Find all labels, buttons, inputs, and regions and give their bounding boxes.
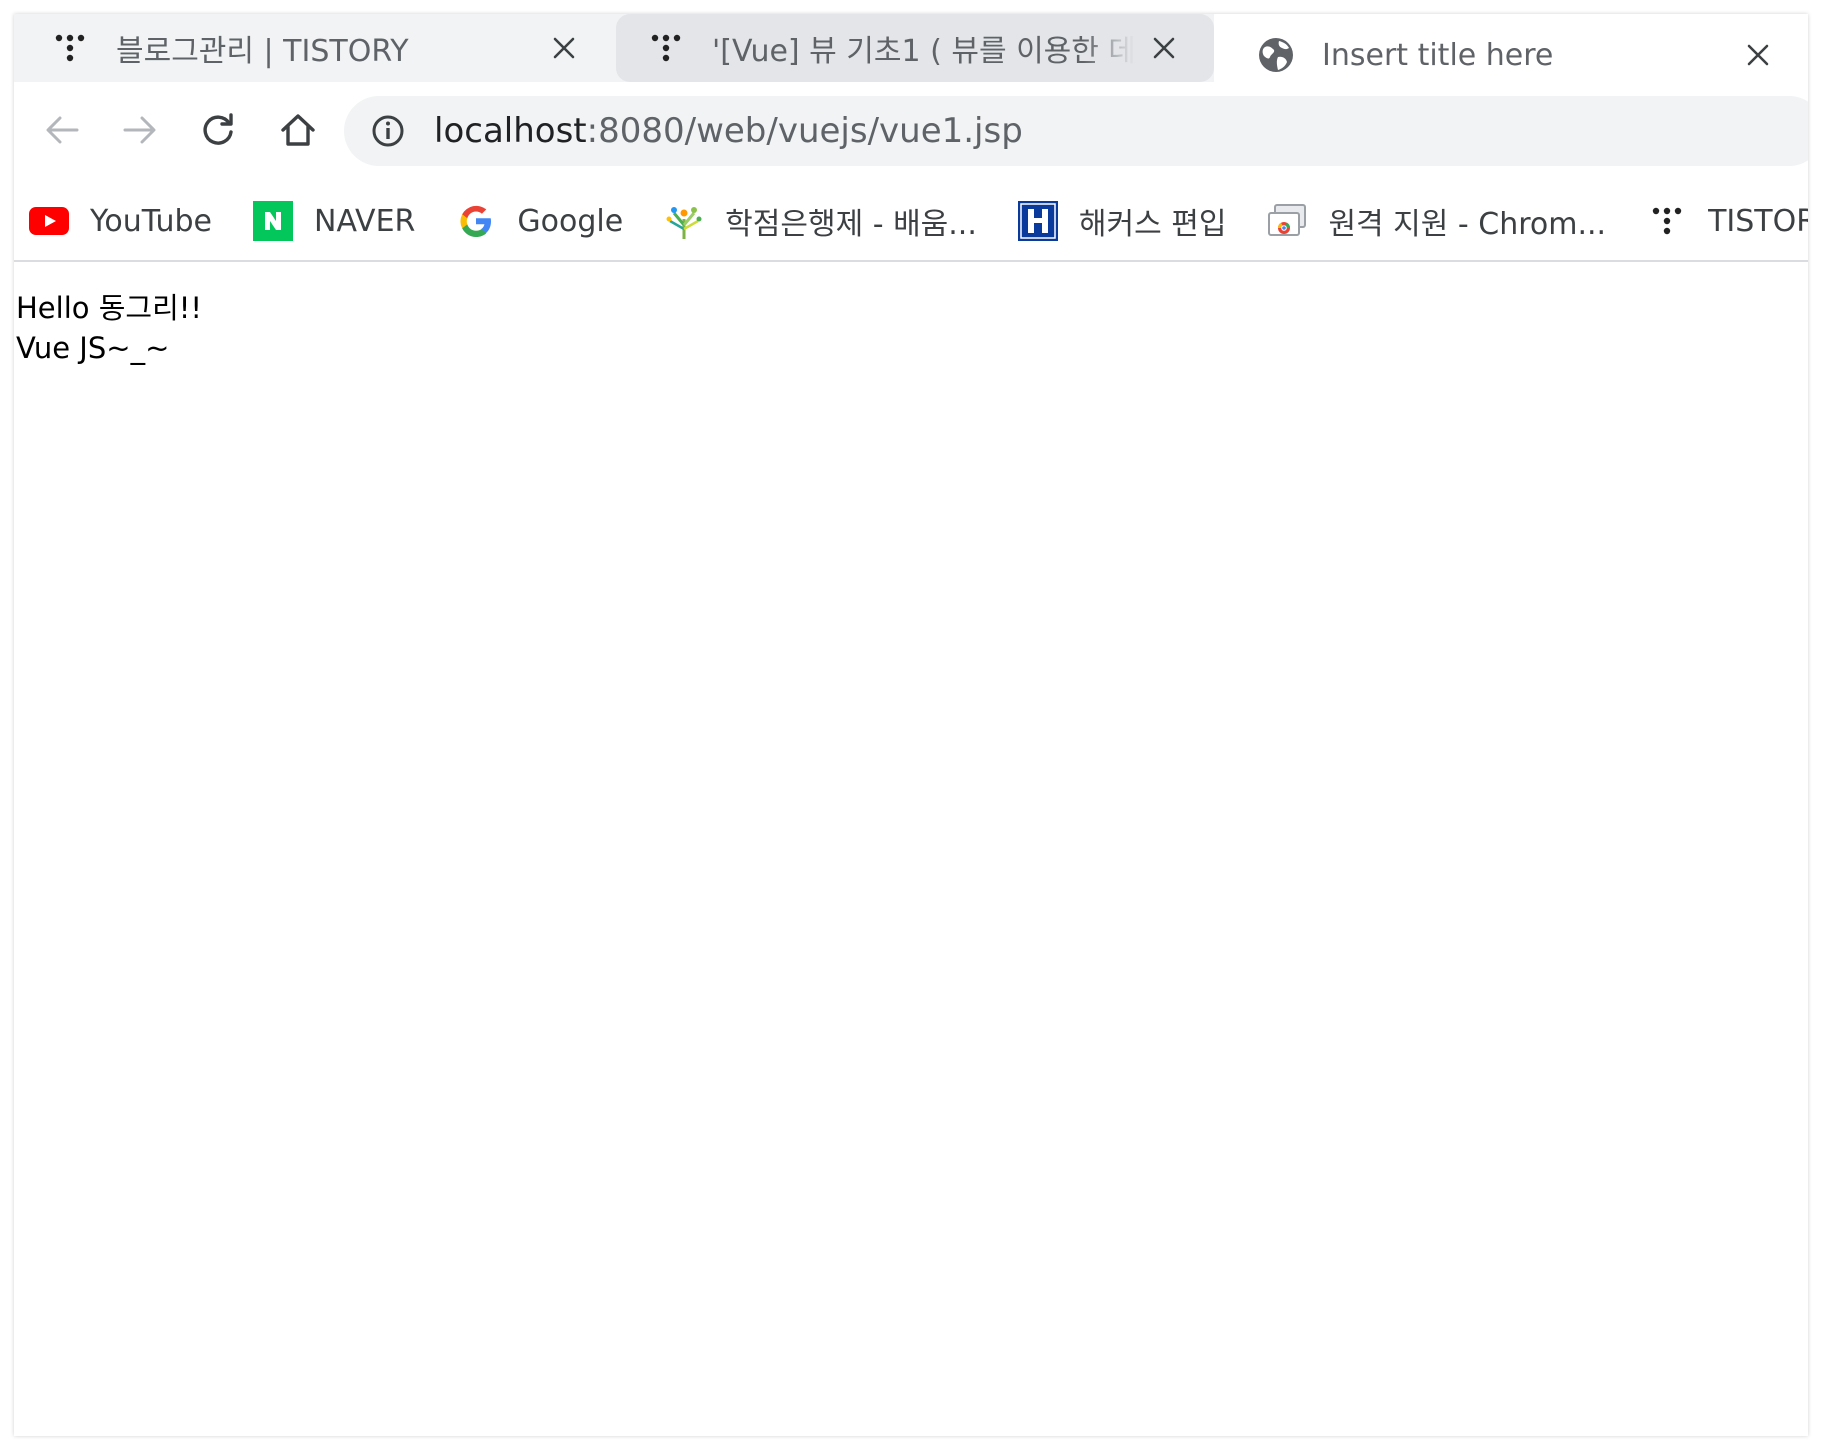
info-icon[interactable] <box>366 109 410 153</box>
message-text: Vue JS~_~ <box>16 331 170 365</box>
address-bar[interactable]: localhost:8080/web/vuejs/vue1.jsp <box>344 96 1808 166</box>
bookmark-label: NAVER <box>314 203 416 239</box>
remote-desktop-icon <box>1266 200 1308 242</box>
hackers-icon <box>1017 200 1059 242</box>
home-icon <box>280 113 316 151</box>
bookmark-label: TISTORY <box>1708 203 1808 239</box>
arrow-right-icon <box>123 115 157 149</box>
naver-icon <box>252 200 294 242</box>
home-button[interactable] <box>272 106 324 158</box>
bookmark-label: 원격 지원 - Chrom... <box>1328 207 1607 242</box>
close-icon[interactable] <box>1144 28 1184 68</box>
bookmark-hackers[interactable]: 해커스 편입 <box>1017 191 1227 251</box>
bookmark-label: 해커스 편입 <box>1078 207 1227 242</box>
tistory-icon <box>1646 200 1688 242</box>
reload-icon <box>200 112 236 152</box>
tistory-icon <box>646 28 686 68</box>
tab-tistory-blog-admin[interactable]: 블로그관리 | TISTORY <box>14 14 614 82</box>
url-host: localhost <box>434 111 587 151</box>
close-icon[interactable] <box>544 28 584 68</box>
tab-vue-basics[interactable]: '[Vue] 뷰 기초1 ( 뷰를 이용한 데 <box>616 14 1214 82</box>
arrow-left-icon <box>45 115 79 149</box>
tab-strip: 블로그관리 | TISTORY '[Vue] 뷰 기초1 ( 뷰를 이용한 데 … <box>14 14 1808 96</box>
bookmark-remote-desktop[interactable]: 원격 지원 - Chrom... <box>1266 191 1606 251</box>
tab-title: Insert title here <box>1322 37 1554 73</box>
bookmark-hakjeom[interactable]: 학점은행제 - 배움... <box>663 191 977 251</box>
bookmark-label: 학점은행제 - 배움... <box>725 207 977 242</box>
navigation-toolbar: localhost:8080/web/vuejs/vue1.jsp <box>14 82 1808 182</box>
tistory-icon <box>50 28 90 68</box>
greeting-text: Hello 동그리!! <box>16 291 203 325</box>
reload-button[interactable] <box>192 106 244 158</box>
google-icon <box>455 200 497 242</box>
globe-icon <box>1256 35 1296 75</box>
close-icon[interactable] <box>1738 35 1778 75</box>
bookmark-tistory[interactable]: TISTORY <box>1646 191 1808 251</box>
url-text[interactable]: localhost:8080/web/vuejs/vue1.jsp <box>434 111 1023 151</box>
bookmark-label: YouTube <box>90 203 212 239</box>
bookmark-youtube[interactable]: YouTube <box>28 191 212 251</box>
tab-title: 블로그관리 | TISTORY <box>116 34 409 69</box>
bookmark-google[interactable]: Google <box>455 191 623 251</box>
youtube-icon <box>28 200 70 242</box>
tab-title: '[Vue] 뷰 기초1 ( 뷰를 이용한 데 <box>712 34 1134 69</box>
url-path: :8080/web/vuejs/vue1.jsp <box>586 111 1023 151</box>
forward-button[interactable] <box>114 106 166 158</box>
page-content: Hello 동그리!! Vue JS~_~ <box>14 262 1808 1436</box>
back-button[interactable] <box>36 106 88 158</box>
bookmarks-bar: YouTube NAVER Google 학점은행제 - 배움... 해커스 편… <box>14 182 1808 262</box>
browser-window: 블로그관리 | TISTORY '[Vue] 뷰 기초1 ( 뷰를 이용한 데 … <box>14 14 1808 1436</box>
bookmark-label: Google <box>517 203 624 239</box>
hakjeom-icon <box>663 200 705 242</box>
bookmark-naver[interactable]: NAVER <box>252 191 415 251</box>
